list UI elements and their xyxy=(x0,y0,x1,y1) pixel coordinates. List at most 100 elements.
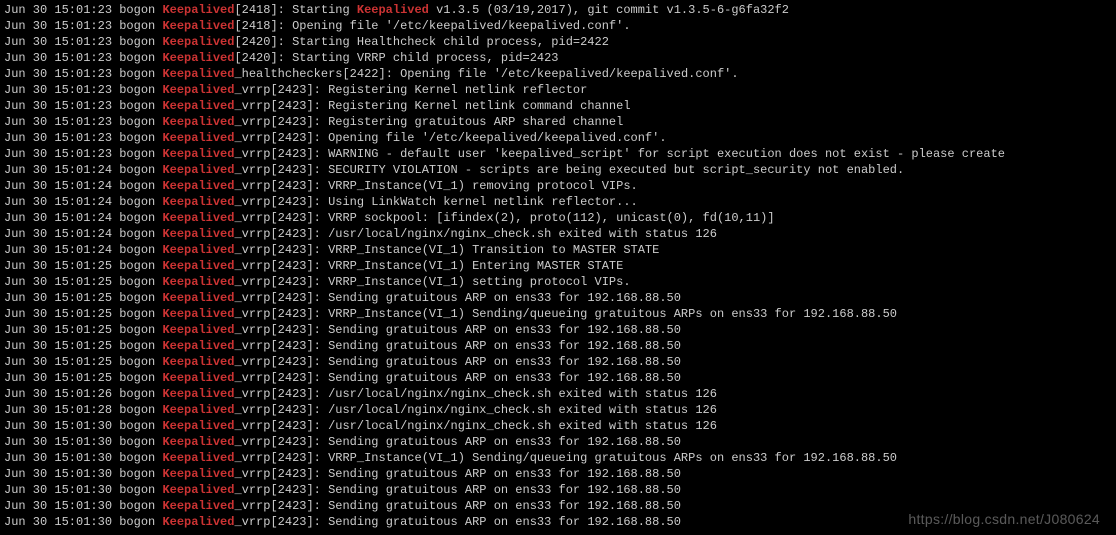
log-prefix: Jun 30 15:01:23 bogon xyxy=(4,131,162,145)
log-message: Sending gratuitous ARP on ens33 for 192.… xyxy=(328,499,681,513)
log-pid: [2423]: xyxy=(270,179,328,193)
keepalived-highlight: Keepalived xyxy=(162,419,234,433)
keepalived-highlight: Keepalived xyxy=(162,387,234,401)
log-prefix: Jun 30 15:01:25 bogon xyxy=(4,323,162,337)
keepalived-highlight: Keepalived xyxy=(162,355,234,369)
log-pid: [2423]: xyxy=(270,451,328,465)
terminal-log-area[interactable]: Jun 30 15:01:23 bogon Keepalived[2418]: … xyxy=(4,2,1112,530)
keepalived-highlight: Keepalived xyxy=(162,371,234,385)
keepalived-highlight: Keepalived xyxy=(162,275,234,289)
log-line: Jun 30 15:01:23 bogon Keepalived[2420]: … xyxy=(4,34,1112,50)
log-message: Registering gratuitous ARP shared channe… xyxy=(328,115,623,129)
log-line: Jun 30 15:01:30 bogon Keepalived_vrrp[24… xyxy=(4,466,1112,482)
log-line: Jun 30 15:01:30 bogon Keepalived_vrrp[24… xyxy=(4,418,1112,434)
log-message: Using LinkWatch kernel netlink reflector… xyxy=(328,195,638,209)
log-message: Registering Kernel netlink command chann… xyxy=(328,99,630,113)
log-message: WARNING - default user 'keepalived_scrip… xyxy=(328,147,1005,161)
log-message: Sending gratuitous ARP on ens33 for 192.… xyxy=(328,291,681,305)
keepalived-highlight: Keepalived xyxy=(162,403,234,417)
log-line: Jun 30 15:01:25 bogon Keepalived_vrrp[24… xyxy=(4,290,1112,306)
log-line: Jun 30 15:01:23 bogon Keepalived_vrrp[24… xyxy=(4,146,1112,162)
keepalived-highlight: Keepalived xyxy=(162,99,234,113)
log-message: SECURITY VIOLATION - scripts are being e… xyxy=(328,163,904,177)
log-pid: [2423]: xyxy=(270,483,328,497)
log-prefix: Jun 30 15:01:26 bogon xyxy=(4,387,162,401)
keepalived-highlight: Keepalived xyxy=(162,147,234,161)
keepalived-highlight: Keepalived xyxy=(162,67,234,81)
log-pid: [2423]: xyxy=(270,83,328,97)
log-line: Jun 30 15:01:23 bogon Keepalived_healthc… xyxy=(4,66,1112,82)
log-message: /usr/local/nginx/nginx_check.sh exited w… xyxy=(328,403,717,417)
log-pid: [2423]: xyxy=(270,195,328,209)
log-message: VRRP sockpool: [ifindex(2), proto(112), … xyxy=(328,211,774,225)
log-pid: [2423]: xyxy=(270,275,328,289)
log-prefix: Jun 30 15:01:23 bogon xyxy=(4,3,162,17)
keepalived-highlight: Keepalived xyxy=(162,499,234,513)
log-pid: [2423]: xyxy=(270,291,328,305)
log-message: Sending gratuitous ARP on ens33 for 192.… xyxy=(328,339,681,353)
keepalived-highlight: Keepalived xyxy=(162,163,234,177)
keepalived-highlight: Keepalived xyxy=(162,259,234,273)
log-pid: [2423]: xyxy=(270,435,328,449)
log-prefix: Jun 30 15:01:24 bogon xyxy=(4,163,162,177)
log-pid: [2422]: xyxy=(342,67,400,81)
log-message: Opening file '/etc/keepalived/keepalived… xyxy=(400,67,738,81)
keepalived-highlight: Keepalived xyxy=(162,35,234,49)
log-message: Sending gratuitous ARP on ens33 for 192.… xyxy=(328,483,681,497)
keepalived-highlight: Keepalived xyxy=(162,19,234,33)
log-message: VRRP_Instance(VI_1) Transition to MASTER… xyxy=(328,243,659,257)
log-prefix: Jun 30 15:01:30 bogon xyxy=(4,467,162,481)
keepalived-highlight: Keepalived xyxy=(162,339,234,353)
log-pid: [2423]: xyxy=(270,115,328,129)
log-pid: [2420]: xyxy=(234,51,292,65)
log-line: Jun 30 15:01:25 bogon Keepalived_vrrp[24… xyxy=(4,274,1112,290)
log-pid: [2423]: xyxy=(270,227,328,241)
keepalived-highlight: Keepalived xyxy=(162,179,234,193)
log-message: VRRP_Instance(VI_1) Sending/queueing gra… xyxy=(328,451,897,465)
log-prefix: Jun 30 15:01:25 bogon xyxy=(4,259,162,273)
keepalived-highlight: Keepalived xyxy=(162,243,234,257)
log-pid: [2423]: xyxy=(270,403,328,417)
log-prefix: Jun 30 15:01:23 bogon xyxy=(4,19,162,33)
log-prefix: Jun 30 15:01:25 bogon xyxy=(4,355,162,369)
log-prefix: Jun 30 15:01:25 bogon xyxy=(4,275,162,289)
log-prefix: Jun 30 15:01:30 bogon xyxy=(4,451,162,465)
log-message: /usr/local/nginx/nginx_check.sh exited w… xyxy=(328,387,717,401)
log-prefix: Jun 30 15:01:24 bogon xyxy=(4,227,162,241)
log-pid: [2423]: xyxy=(270,499,328,513)
log-line: Jun 30 15:01:25 bogon Keepalived_vrrp[24… xyxy=(4,322,1112,338)
log-prefix: Jun 30 15:01:30 bogon xyxy=(4,515,162,529)
log-message: Sending gratuitous ARP on ens33 for 192.… xyxy=(328,467,681,481)
log-message: Sending gratuitous ARP on ens33 for 192.… xyxy=(328,371,681,385)
log-line: Jun 30 15:01:30 bogon Keepalived_vrrp[24… xyxy=(4,450,1112,466)
keepalived-highlight: Keepalived xyxy=(162,83,234,97)
log-line: Jun 30 15:01:24 bogon Keepalived_vrrp[24… xyxy=(4,178,1112,194)
keepalived-highlight: Keepalived xyxy=(162,115,234,129)
log-pid: [2423]: xyxy=(270,419,328,433)
log-message: /usr/local/nginx/nginx_check.sh exited w… xyxy=(328,419,717,433)
log-pid: [2423]: xyxy=(270,211,328,225)
log-prefix: Jun 30 15:01:30 bogon xyxy=(4,483,162,497)
keepalived-highlight: Keepalived xyxy=(162,483,234,497)
log-line: Jun 30 15:01:23 bogon Keepalived[2420]: … xyxy=(4,50,1112,66)
log-line: Jun 30 15:01:24 bogon Keepalived_vrrp[24… xyxy=(4,226,1112,242)
log-prefix: Jun 30 15:01:24 bogon xyxy=(4,179,162,193)
log-pid: [2420]: xyxy=(234,35,292,49)
log-prefix: Jun 30 15:01:24 bogon xyxy=(4,195,162,209)
keepalived-highlight: Keepalived xyxy=(162,51,234,65)
log-line: Jun 30 15:01:23 bogon Keepalived_vrrp[24… xyxy=(4,82,1112,98)
log-line: Jun 30 15:01:25 bogon Keepalived_vrrp[24… xyxy=(4,338,1112,354)
log-pid: [2423]: xyxy=(270,371,328,385)
log-prefix: Jun 30 15:01:23 bogon xyxy=(4,51,162,65)
log-prefix: Jun 30 15:01:25 bogon xyxy=(4,307,162,321)
log-line: Jun 30 15:01:30 bogon Keepalived_vrrp[24… xyxy=(4,482,1112,498)
log-message: Registering Kernel netlink reflector xyxy=(328,83,587,97)
log-pid: [2423]: xyxy=(270,259,328,273)
log-line: Jun 30 15:01:25 bogon Keepalived_vrrp[24… xyxy=(4,258,1112,274)
log-prefix: Jun 30 15:01:24 bogon xyxy=(4,243,162,257)
log-message: Opening file '/etc/keepalived/keepalived… xyxy=(328,131,666,145)
log-pid: [2418]: xyxy=(234,19,292,33)
log-line: Jun 30 15:01:24 bogon Keepalived_vrrp[24… xyxy=(4,242,1112,258)
log-prefix: Jun 30 15:01:23 bogon xyxy=(4,147,162,161)
log-prefix: Jun 30 15:01:24 bogon xyxy=(4,211,162,225)
